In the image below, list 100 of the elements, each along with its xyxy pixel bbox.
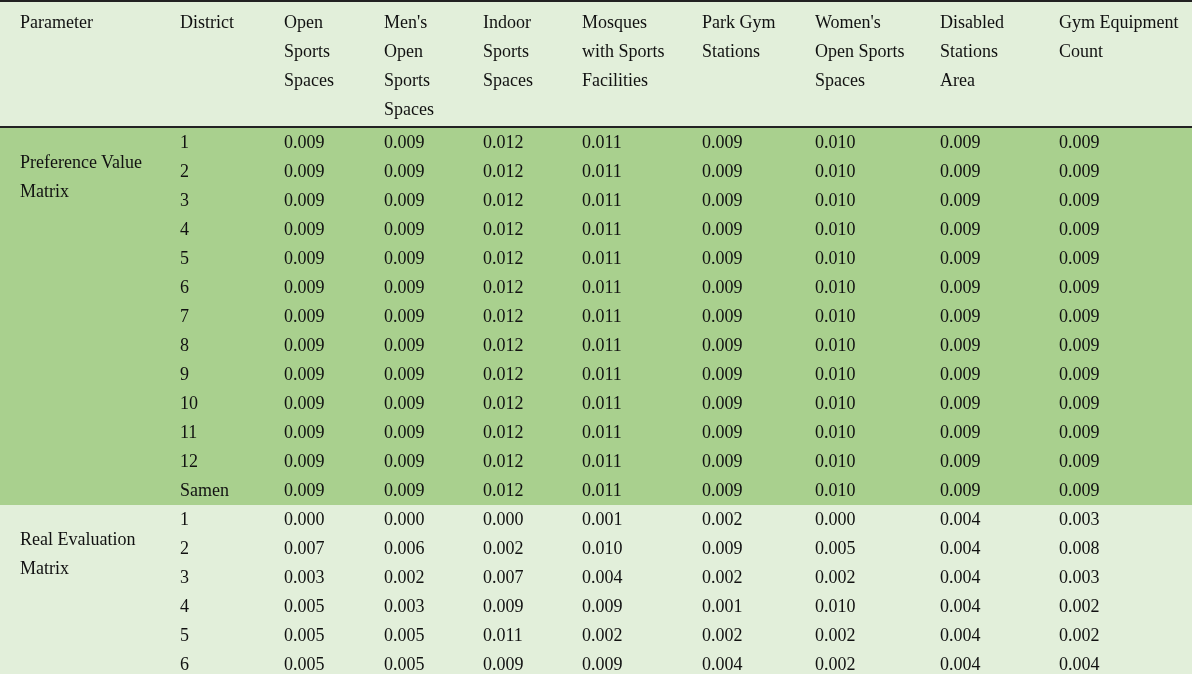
district-cell: 8 <box>160 331 264 360</box>
table-cell: 0.012 <box>463 389 562 418</box>
table-cell: 0.009 <box>682 534 795 563</box>
table-cell: 0.009 <box>264 127 364 157</box>
table-cell: 0.009 <box>264 476 364 505</box>
table-cell: 0.009 <box>920 360 1039 389</box>
table-cell: 0.009 <box>1039 157 1192 186</box>
district-cell: 4 <box>160 215 264 244</box>
group-label: Real Evaluation Matrix <box>0 505 160 674</box>
table-cell: 0.011 <box>562 447 682 476</box>
column-header: Mosques with Sports Facilities <box>562 1 682 127</box>
table-cell: 0.009 <box>682 215 795 244</box>
table-cell: 0.009 <box>264 244 364 273</box>
table-cell: 0.010 <box>562 534 682 563</box>
table-cell: 0.004 <box>1039 650 1192 674</box>
table-cell: 0.009 <box>364 215 463 244</box>
table-cell: 0.009 <box>264 186 364 215</box>
column-header: Men's Open Sports Spaces <box>364 1 463 127</box>
table-cell: 0.009 <box>682 273 795 302</box>
table-cell: 0.009 <box>920 331 1039 360</box>
table-cell: 0.009 <box>682 302 795 331</box>
district-cell: 9 <box>160 360 264 389</box>
table-cell: 0.004 <box>920 621 1039 650</box>
column-header: Open Sports Spaces <box>264 1 364 127</box>
table-cell: 0.009 <box>682 331 795 360</box>
table-cell: 0.009 <box>682 186 795 215</box>
table-cell: 0.002 <box>463 534 562 563</box>
table-cell: 0.003 <box>1039 505 1192 534</box>
district-cell: 1 <box>160 505 264 534</box>
table-cell: 0.004 <box>920 563 1039 592</box>
table-cell: 0.002 <box>795 650 920 674</box>
table-cell: 0.002 <box>1039 592 1192 621</box>
table-cell: 0.010 <box>795 360 920 389</box>
table-cell: 0.009 <box>364 127 463 157</box>
table-cell: 0.010 <box>795 592 920 621</box>
table-cell: 0.009 <box>1039 476 1192 505</box>
table-cell: 0.009 <box>920 447 1039 476</box>
table-cell: 0.012 <box>463 127 562 157</box>
table-cell: 0.009 <box>364 360 463 389</box>
table-cell: 0.009 <box>1039 418 1192 447</box>
table-cell: 0.012 <box>463 273 562 302</box>
table-cell: 0.010 <box>795 273 920 302</box>
table-cell: 0.012 <box>463 215 562 244</box>
table-cell: 0.005 <box>364 650 463 674</box>
table-cell: 0.002 <box>1039 621 1192 650</box>
table-cell: 0.009 <box>920 476 1039 505</box>
table-cell: 0.009 <box>364 157 463 186</box>
table-cell: 0.009 <box>682 157 795 186</box>
district-cell: 10 <box>160 389 264 418</box>
table-cell: 0.009 <box>682 244 795 273</box>
table-cell: 0.009 <box>364 273 463 302</box>
table-cell: 0.007 <box>264 534 364 563</box>
table-cell: 0.001 <box>682 592 795 621</box>
table-cell: 0.002 <box>682 563 795 592</box>
district-cell: 1 <box>160 127 264 157</box>
table-cell: 0.012 <box>463 418 562 447</box>
column-header: Women's Open Sports Spaces <box>795 1 920 127</box>
table-cell: 0.000 <box>264 505 364 534</box>
table-cell: 0.009 <box>920 215 1039 244</box>
table-cell: 0.009 <box>1039 273 1192 302</box>
table-cell: 0.009 <box>264 331 364 360</box>
table-cell: 0.009 <box>1039 389 1192 418</box>
table-cell: 0.011 <box>562 418 682 447</box>
table-cell: 0.009 <box>682 476 795 505</box>
table-cell: 0.009 <box>1039 215 1192 244</box>
table-cell: 0.002 <box>795 621 920 650</box>
table-cell: 0.000 <box>463 505 562 534</box>
table-cell: 0.009 <box>920 127 1039 157</box>
table-cell: 0.009 <box>920 244 1039 273</box>
table-cell: 0.000 <box>364 505 463 534</box>
table-cell: 0.012 <box>463 360 562 389</box>
table-cell: 0.011 <box>562 127 682 157</box>
table-cell: 0.009 <box>682 418 795 447</box>
table-cell: 0.009 <box>264 215 364 244</box>
table-cell: 0.010 <box>795 476 920 505</box>
table-cell: 0.005 <box>264 592 364 621</box>
table-cell: 0.010 <box>795 331 920 360</box>
table-cell: 0.001 <box>562 505 682 534</box>
column-header: Parameter <box>0 1 160 127</box>
table-cell: 0.009 <box>463 592 562 621</box>
table-cell: 0.003 <box>1039 563 1192 592</box>
table-cell: 0.010 <box>795 186 920 215</box>
table-cell: 0.010 <box>795 389 920 418</box>
table-cell: 0.012 <box>463 302 562 331</box>
table-cell: 0.004 <box>920 534 1039 563</box>
table-cell: 0.009 <box>364 186 463 215</box>
table-cell: 0.009 <box>1039 127 1192 157</box>
district-cell: 5 <box>160 621 264 650</box>
table-cell: 0.011 <box>562 302 682 331</box>
table-cell: 0.002 <box>682 621 795 650</box>
table-cell: 0.012 <box>463 186 562 215</box>
table-cell: 0.010 <box>795 157 920 186</box>
table-cell: 0.004 <box>920 505 1039 534</box>
table-cell: 0.009 <box>562 650 682 674</box>
table-cell: 0.009 <box>1039 302 1192 331</box>
table-cell: 0.010 <box>795 447 920 476</box>
table-cell: 0.004 <box>682 650 795 674</box>
district-cell: 7 <box>160 302 264 331</box>
table-cell: 0.002 <box>682 505 795 534</box>
table-cell: 0.011 <box>562 360 682 389</box>
